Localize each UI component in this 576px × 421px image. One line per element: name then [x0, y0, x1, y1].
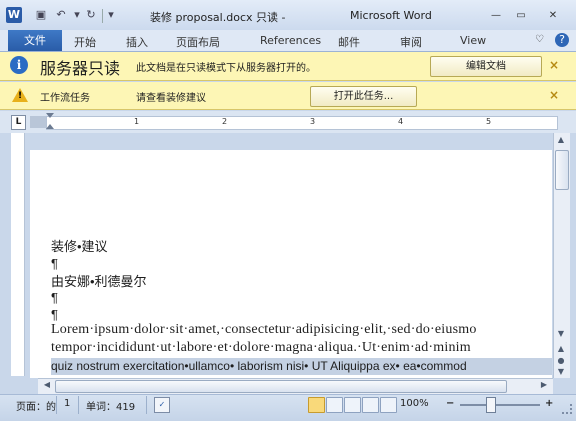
warning-icon-mark: !	[17, 91, 23, 101]
page-label[interactable]: 页面：的	[16, 398, 56, 413]
minimize-icon[interactable]: —	[488, 9, 504, 22]
undo-icon[interactable]: ↶	[54, 8, 68, 22]
outline-icon[interactable]	[362, 397, 379, 413]
close-readonly-bar-icon[interactable]: ×	[549, 58, 559, 72]
proofing-icon[interactable]: ✓	[154, 397, 170, 413]
zoom-in-icon[interactable]: +	[545, 398, 553, 409]
resize-grip-icon[interactable]	[562, 404, 572, 414]
scroll-down-icon[interactable]: ▼	[553, 329, 569, 338]
readonly-bar-message: 此文档是在只读模式下从服务器打开的。	[136, 63, 316, 74]
save-icon[interactable]: ▣	[34, 8, 48, 22]
page-number[interactable]: 1	[64, 398, 70, 409]
zoom-level[interactable]: 100%	[400, 398, 429, 409]
document-title: 装修 proposal.docx 只读 -	[150, 11, 286, 24]
previous-page-icon[interactable]: ▲	[553, 344, 569, 353]
tab-review[interactable]: 审阅	[400, 34, 422, 50]
minimize-ribbon-icon[interactable]: ♡	[535, 34, 544, 45]
workflow-bar-title: 工作流任务	[40, 93, 90, 104]
info-icon: i	[10, 56, 28, 74]
tab-mailings[interactable]: 邮件	[338, 34, 360, 50]
tab-selector-icon[interactable]: L	[11, 115, 26, 130]
ruler-number: 4	[398, 117, 404, 126]
tab-home[interactable]: 开始	[74, 34, 96, 50]
status-separator	[146, 396, 147, 414]
scroll-left-icon[interactable]: ◀	[39, 380, 55, 389]
word-count[interactable]: 单词：419	[86, 398, 135, 413]
paragraph-mark: ¶	[51, 290, 58, 305]
body-text-line: tempor·incididunt·ut·labore·et·dolore·ma…	[51, 340, 471, 355]
ruler-number: 2	[222, 117, 228, 126]
close-icon[interactable]: ✕	[545, 9, 561, 22]
next-page-icon[interactable]: ▼	[553, 367, 569, 376]
open-task-button[interactable]: 打开此任务...	[310, 86, 417, 107]
draft-icon[interactable]	[380, 397, 397, 413]
vertical-scroll-thumb[interactable]	[555, 150, 569, 190]
scroll-up-icon[interactable]: ▲	[553, 135, 569, 144]
tab-insert[interactable]: 插入	[126, 34, 148, 50]
first-line-indent-marker[interactable]	[46, 113, 54, 118]
ruler-number: 1	[134, 117, 140, 126]
undo-dropdown-icon[interactable]: ▾	[70, 8, 84, 22]
zoom-slider[interactable]	[460, 404, 540, 406]
quick-access-separator	[102, 9, 103, 23]
selected-text-line: quiz nostrum exercitation•ullamco• labor…	[51, 359, 467, 373]
ruler-number: 3	[310, 117, 316, 126]
browse-object-icon[interactable]: ●	[553, 356, 569, 365]
horizontal-ruler[interactable]	[46, 116, 558, 130]
app-title: Microsoft Word	[350, 9, 432, 22]
redo-icon[interactable]: ↻	[84, 8, 98, 22]
ruler-number: 5	[486, 117, 492, 126]
doc-heading: 装修•建议	[51, 239, 108, 254]
hanging-indent-marker[interactable]	[46, 124, 54, 129]
maximize-icon[interactable]: ▭	[513, 9, 529, 22]
paragraph-mark: ¶	[51, 307, 58, 322]
help-icon[interactable]: ?	[555, 33, 569, 47]
paragraph-mark: ¶	[51, 256, 58, 271]
zoom-slider-thumb[interactable]	[486, 397, 496, 413]
status-separator	[56, 396, 57, 414]
full-screen-reading-icon[interactable]	[326, 397, 343, 413]
doc-author: 由安娜•利德曼尔	[51, 274, 147, 289]
body-text-line: Lorem·ipsum·dolor·sit·amet,·consectetur·…	[51, 322, 477, 337]
close-workflow-bar-icon[interactable]: ×	[549, 88, 559, 102]
vertical-ruler[interactable]	[11, 133, 25, 376]
word-app-icon[interactable]: W	[6, 7, 22, 23]
print-layout-icon[interactable]	[308, 397, 325, 413]
tab-view[interactable]: View	[460, 34, 486, 47]
tab-page-layout[interactable]: 页面布局	[176, 34, 220, 50]
workflow-bar-message: 请查看装修建议	[136, 93, 206, 104]
horizontal-scroll-thumb[interactable]	[55, 380, 507, 393]
tab-file[interactable]: 文件	[8, 30, 62, 51]
ruler-margin	[30, 116, 46, 128]
zoom-out-icon[interactable]: −	[446, 398, 454, 409]
status-separator	[78, 396, 79, 414]
customize-quick-access-icon[interactable]: ▾	[104, 8, 118, 22]
scroll-right-icon[interactable]: ▶	[536, 380, 552, 389]
web-layout-icon[interactable]	[344, 397, 361, 413]
tab-references[interactable]: References	[260, 34, 321, 47]
readonly-bar-title: 服务器只读	[40, 59, 121, 78]
edit-document-button[interactable]: 编辑文档	[430, 56, 542, 77]
